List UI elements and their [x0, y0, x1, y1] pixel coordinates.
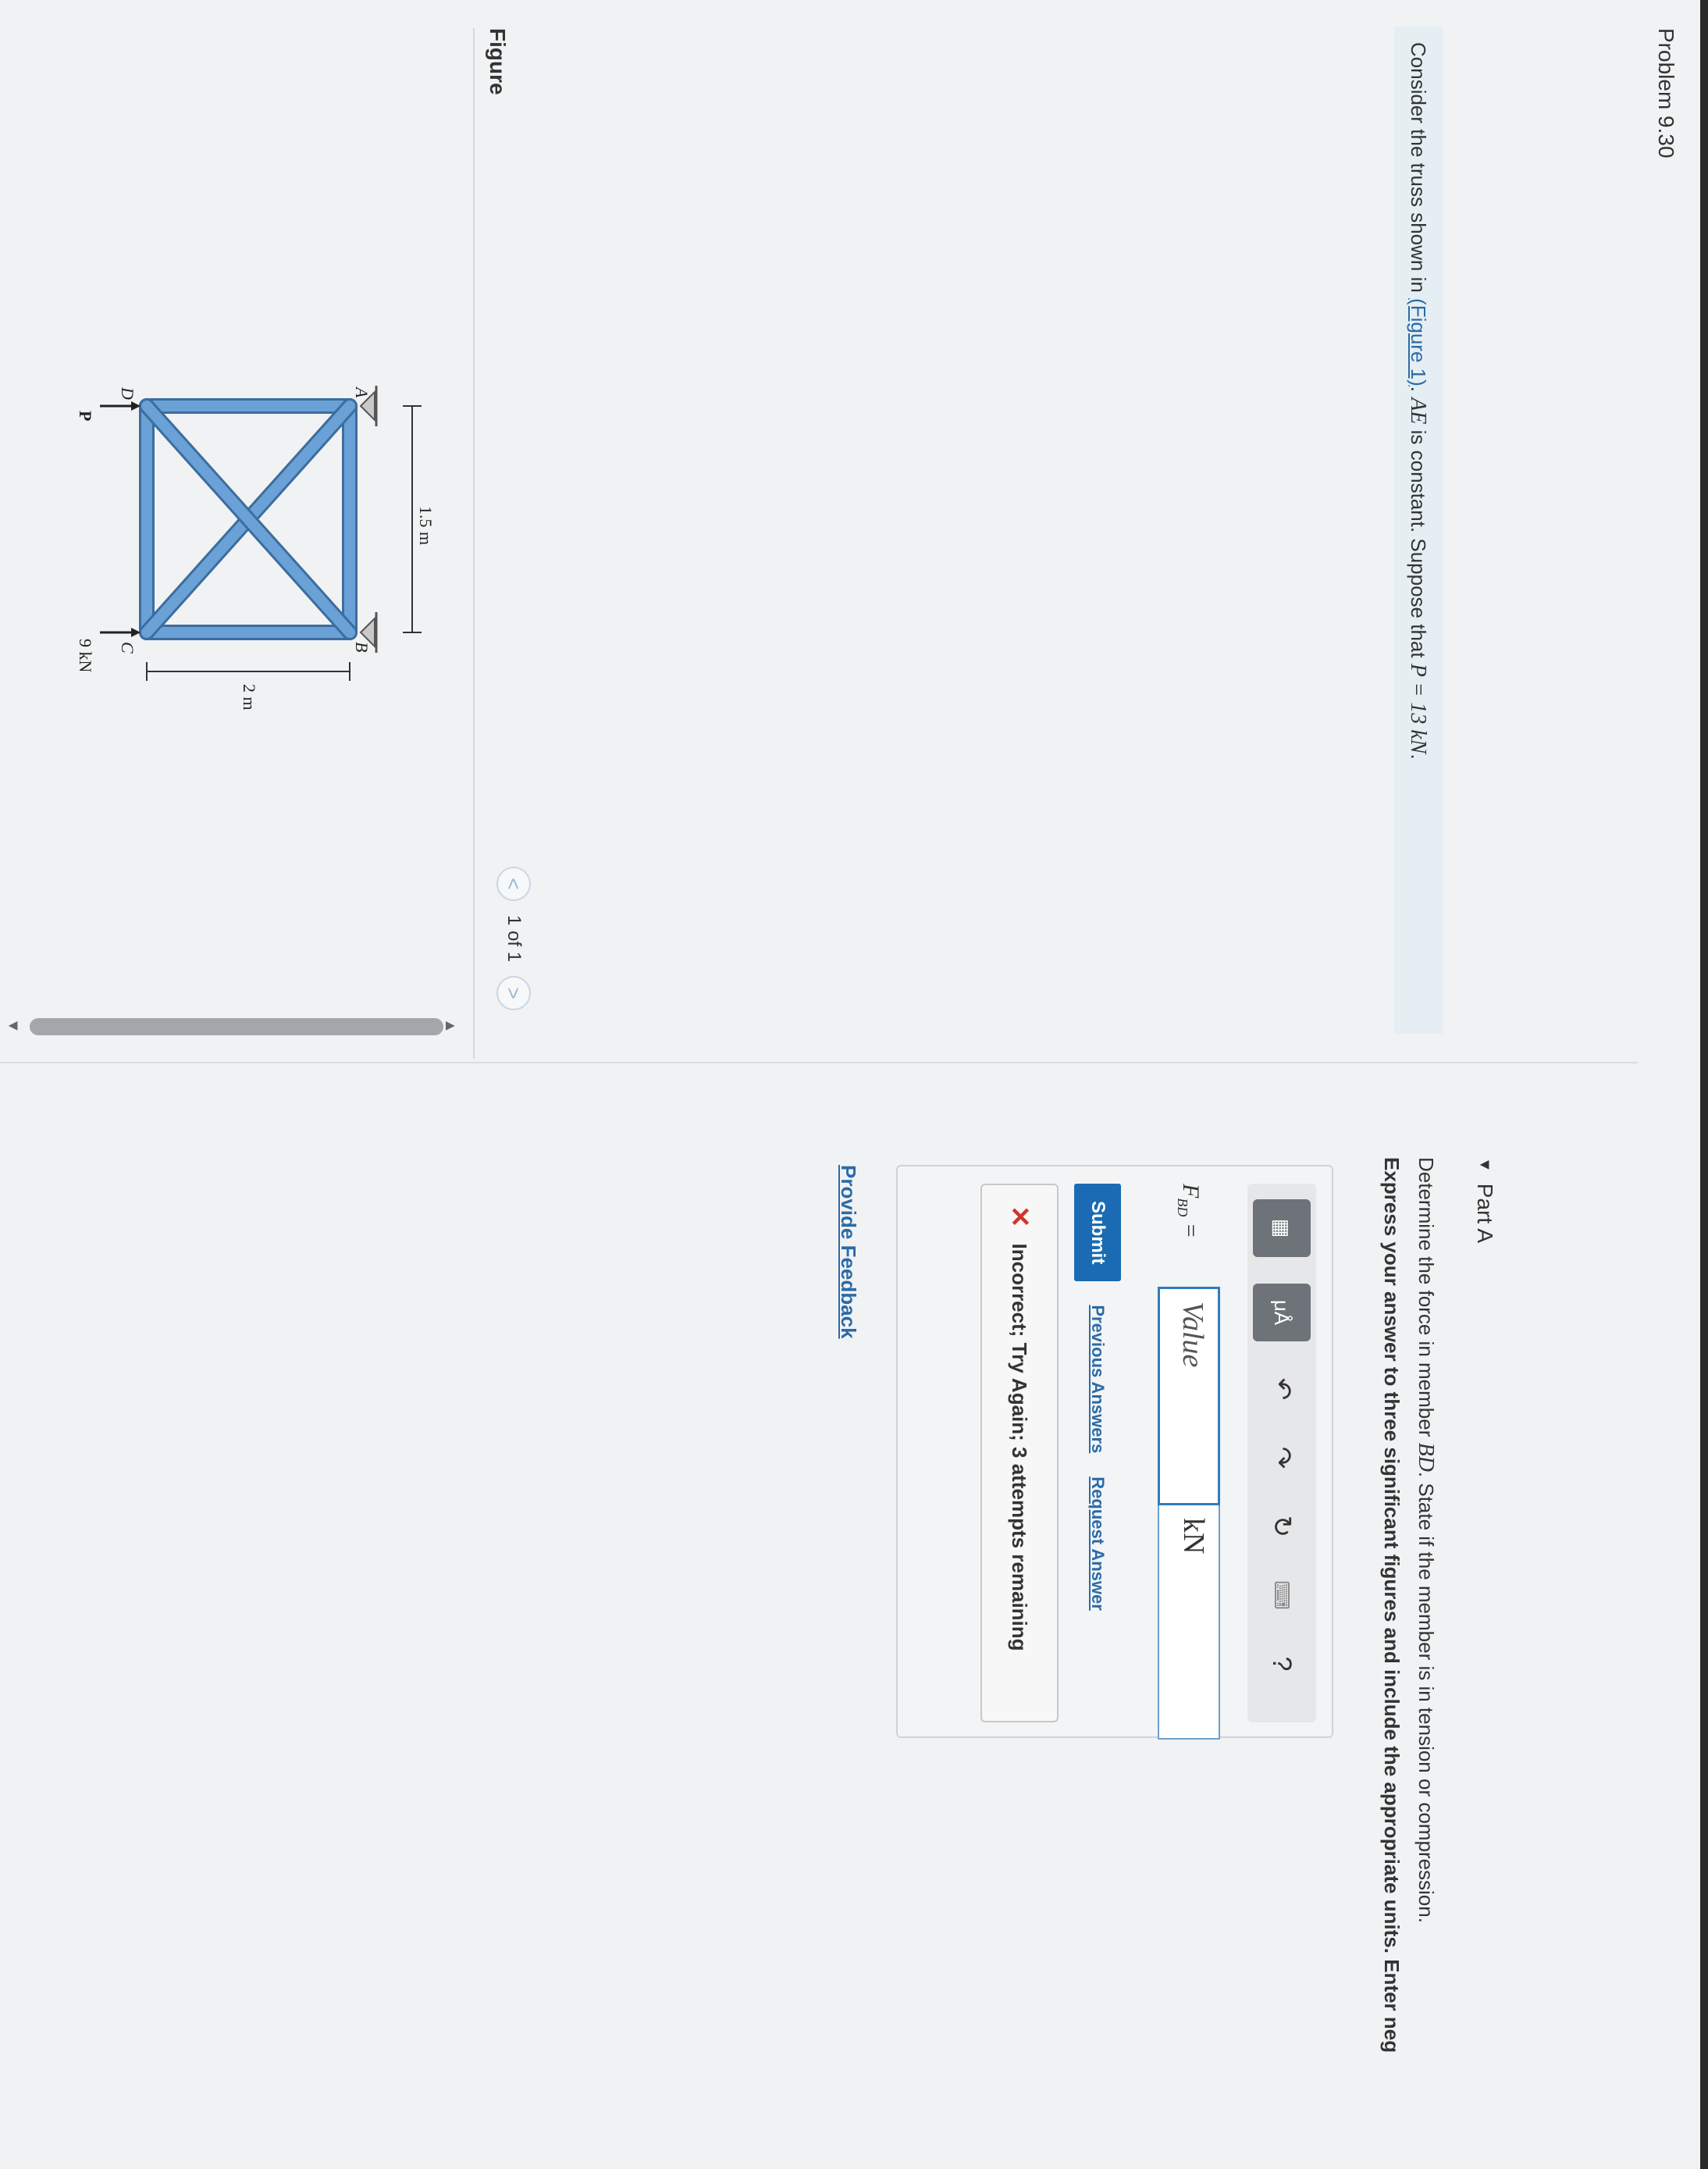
figure-divider: [473, 28, 475, 1059]
question-post: . State if the member is in tension or c…: [1414, 1471, 1438, 1923]
figure-link[interactable]: (Figure 1): [1407, 298, 1430, 386]
node-a-label: A: [352, 386, 372, 398]
scroll-left-arrow[interactable]: ▲: [441, 1018, 459, 1034]
scroll-thumb[interactable]: [30, 1018, 443, 1035]
node-d-label: D: [118, 386, 137, 400]
figure-pager: < 1 of 1 >: [490, 867, 537, 1011]
load-p-label: P: [76, 411, 95, 421]
truss-labels: A B C D P 9 kN 1.5 m 2 m: [76, 386, 436, 711]
width-label: 1.5 m: [416, 506, 436, 545]
units-symbols-button[interactable]: μÅ: [1253, 1284, 1311, 1341]
submit-button[interactable]: Submit: [1074, 1184, 1121, 1282]
node-b-label: B: [352, 642, 372, 652]
figure-scrollbar[interactable]: ▲ ▼: [0, 1007, 459, 1054]
problem-title: Problem 9.30: [1654, 28, 1678, 158]
height-label: 2 m: [240, 684, 259, 711]
answer-actions: Submit Previous Answers Request Answer: [1074, 1184, 1121, 1611]
screen: Problem 9.30 Consider the truss shown in…: [0, 0, 1708, 2169]
load-c-label: 9 kN: [76, 639, 95, 673]
undo-icon[interactable]: ↶: [1261, 1368, 1303, 1410]
math-toolbar: ▦ μÅ ↶ ↷ ↻ ⌨ ?: [1247, 1184, 1316, 1722]
question-line-1: Determine the force in member BD. State …: [1407, 1157, 1443, 2157]
part-a-header[interactable]: ▼ Part A: [1472, 1157, 1497, 1243]
previous-answers-link[interactable]: Previous Answers: [1087, 1305, 1108, 1453]
variable-subscript: BD: [1175, 1198, 1190, 1217]
question-pre: Determine the force in member: [1414, 1157, 1438, 1443]
prompt-text-mid: .: [1407, 386, 1430, 398]
problem-column: Problem 9.30 Consider the truss shown in…: [0, 0, 1708, 1062]
scroll-right-arrow[interactable]: ▼: [4, 1018, 22, 1034]
question-line-2: Express your answer to three significant…: [1380, 1157, 1404, 2053]
feedback-text: Incorrect; Try Again; 3 attempts remaini…: [1008, 1243, 1032, 1651]
prompt-text-post: is constant. Suppose that: [1407, 424, 1430, 664]
truss-diagram: A B C D P 9 kN 1.5 m 2 m: [76, 386, 436, 711]
redo-icon[interactable]: ↷: [1261, 1437, 1303, 1479]
question-text: Determine the force in member BD. State …: [1375, 1157, 1443, 2157]
value-input[interactable]: Value: [1158, 1287, 1220, 1505]
reset-icon[interactable]: ↻: [1261, 1505, 1303, 1548]
pager-text: 1 of 1: [504, 915, 525, 963]
equals-sign: =: [1178, 1216, 1204, 1239]
incorrect-icon: ✕: [1005, 1206, 1034, 1228]
loads: [100, 401, 141, 637]
prompt-text-pre: Consider the truss shown in: [1407, 42, 1430, 299]
prev-figure-button[interactable]: <: [496, 867, 531, 901]
help-icon[interactable]: ?: [1261, 1643, 1303, 1685]
prompt-text-end: .: [1407, 753, 1430, 760]
keyboard-icon[interactable]: ⌨: [1261, 1574, 1303, 1616]
supports: [359, 386, 378, 653]
figure-label: Figure: [486, 28, 510, 95]
problem-statement: Consider the truss shown in (Figure 1). …: [1394, 27, 1443, 1034]
variable-label: FBD =: [1174, 1184, 1204, 1287]
provide-feedback-link[interactable]: Provide Feedback: [836, 1165, 860, 1339]
answer-box: ▦ μÅ ↶ ↷ ↻ ⌨ ? FBD = Value kN Submit Pre…: [896, 1165, 1333, 1740]
collapse-caret-icon[interactable]: ▼: [1476, 1157, 1494, 1173]
templates-button[interactable]: ▦: [1253, 1199, 1311, 1257]
p-expression: P = 13 kN: [1406, 663, 1430, 754]
part-title: Part A: [1473, 1183, 1497, 1244]
truss-members: [139, 398, 358, 640]
variable-main: F: [1178, 1184, 1204, 1198]
unit-input[interactable]: kN: [1158, 1505, 1220, 1740]
ae-symbol: AE: [1406, 397, 1430, 425]
next-figure-button[interactable]: >: [496, 976, 531, 1011]
request-answer-link[interactable]: Request Answer: [1087, 1476, 1108, 1611]
node-c-label: C: [118, 642, 137, 654]
member-symbol: BD: [1414, 1442, 1438, 1472]
part-column: ▼ Part A Determine the force in member B…: [0, 1063, 1708, 2169]
feedback-message: ✕ Incorrect; Try Again; 3 attempts remai…: [980, 1184, 1059, 1722]
answer-row: FBD = Value kN: [1155, 1184, 1222, 1740]
